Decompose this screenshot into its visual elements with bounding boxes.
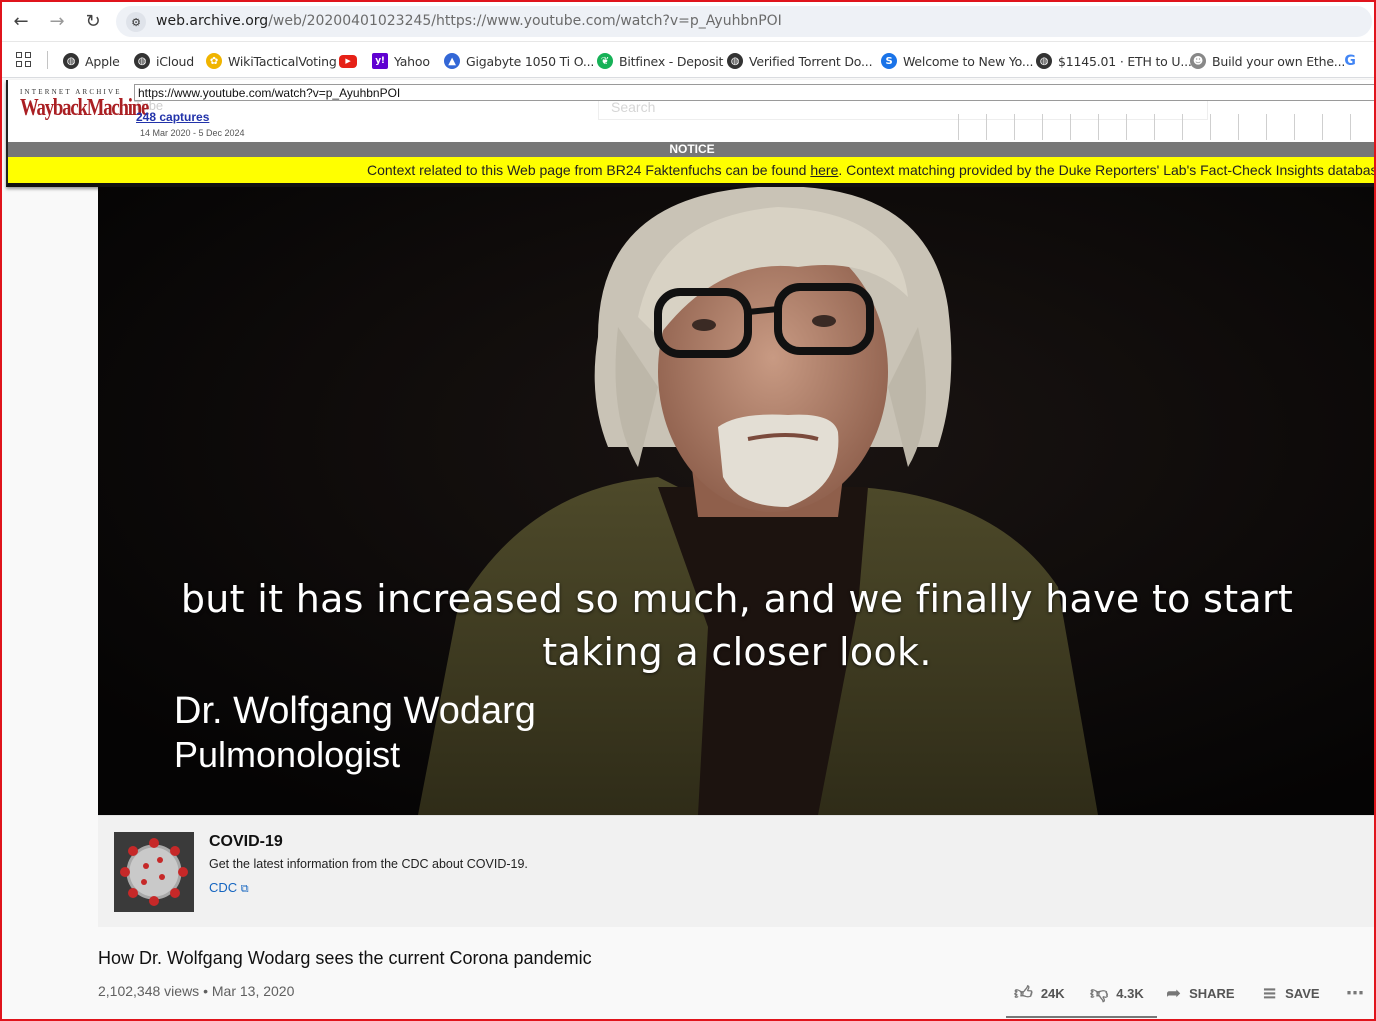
speaker-name: Dr. Wolfgang Wodarg	[174, 690, 536, 732]
caption-line-2: taking a closer look.	[542, 630, 932, 674]
globe-icon: ◍	[63, 53, 79, 69]
globe-icon: ◍	[134, 53, 150, 69]
external-link-icon: ⧉	[240, 882, 249, 895]
globe-icon: ◍	[1036, 53, 1052, 69]
bookmark-item[interactable]: ◍ Apple	[63, 51, 120, 71]
bookmark-label: iCloud	[156, 53, 194, 69]
bookmark-item[interactable]: ☻ Build your own Ethe...	[1190, 51, 1345, 71]
bookmark-label: Apple	[85, 53, 120, 69]
save-button[interactable]: ≡ SAVE	[1262, 982, 1320, 1004]
bookmark-label: Gigabyte 1050 Ti O...	[466, 53, 595, 69]
video-title: How Dr. Wolfgang Wodarg sees the current…	[98, 948, 592, 968]
notice-bar: NOTICE	[8, 142, 1376, 157]
covid-description: Get the latest information from the CDC …	[209, 857, 528, 871]
bookmarks-divider	[47, 51, 48, 69]
globe-icon: ◍	[727, 53, 743, 69]
bookmark-item[interactable]: ▲ Gigabyte 1050 Ti O...	[444, 51, 594, 71]
captures-link[interactable]: 248 captures	[136, 110, 209, 124]
bookmark-label: WikiTacticalVoting	[228, 53, 337, 69]
share-arrow-icon: ➦	[1166, 982, 1182, 1004]
url-text[interactable]: web.archive.org/web/20200401023245/https…	[156, 13, 782, 29]
more-actions-button[interactable]: ⋯	[1346, 982, 1372, 1004]
wayback-toolbar: Tube Search INTERNET ARCHIVE WaybackMach…	[6, 80, 1376, 187]
bookmark-item[interactable]: ✿ WikiTacticalVoting	[206, 51, 337, 71]
covid-title: COVID-19	[209, 833, 283, 850]
coronavirus-image	[114, 832, 194, 912]
speaker-role: Pulmonologist	[174, 734, 401, 775]
bookmark-item[interactable]: ◍ $1145.01 · ETH to U...	[1036, 51, 1192, 71]
context-here-link[interactable]: here	[810, 162, 838, 178]
bookmark-item[interactable]: ◍ iCloud	[134, 51, 194, 71]
thumbs-up-icon: 👍︎	[1014, 983, 1033, 1004]
share-button[interactable]: ➦ SHARE	[1166, 982, 1235, 1004]
context-banner: Context related to this Web page from BR…	[8, 157, 1376, 183]
sentiment-bar	[1006, 1016, 1157, 1018]
bookmark-label: Yahoo	[394, 53, 430, 69]
thumbs-down-icon: 👎︎	[1090, 983, 1109, 1004]
reload-icon[interactable]: ↻	[80, 8, 106, 34]
forward-arrow-icon[interactable]: →	[44, 8, 70, 34]
bookmarks-bar: ◍ Apple ◍ iCloud ✿ WikiTacticalVoting ▶ y! Yahoo…	[0, 42, 1376, 78]
back-arrow-icon[interactable]: ←	[8, 8, 34, 34]
bookmark-item[interactable]: y! Yahoo	[372, 51, 430, 71]
bookmark-label: $1145.01 · ETH to U...	[1058, 53, 1192, 69]
address-bar[interactable]: ⚙ web.archive.org/web/20200401023245/htt…	[116, 6, 1372, 37]
wayback-url-input[interactable]	[134, 84, 1376, 101]
covid-info-panel: COVID-19 Get the latest information from…	[98, 815, 1376, 927]
bookmark-label: Verified Torrent Do...	[749, 53, 873, 69]
bookmark-item[interactable]: ❦ Bitfinex - Deposit	[597, 51, 723, 71]
bookmark-label: Build your own Ethe...	[1212, 53, 1346, 69]
bookmark-item[interactable]: S Welcome to New Yo...	[881, 51, 1033, 71]
video-meta: 2,102,348 views • Mar 13, 2020	[98, 983, 295, 999]
capture-date-range: 14 Mar 2020 - 5 Dec 2024	[140, 128, 245, 138]
bookmark-item[interactable]: ◍ Verified Torrent Do...	[727, 51, 873, 71]
browser-toolbar: ← → ↻ ⚙ web.archive.org/web/202004010232…	[0, 0, 1376, 42]
dislike-button[interactable]: 👎︎ 4.3K	[1090, 983, 1144, 1004]
triangle-icon: ▲	[444, 53, 460, 69]
bookmark-item[interactable]: G	[1342, 51, 1364, 71]
cdc-link[interactable]: CDC ⧉	[209, 880, 249, 896]
flower-icon: ✿	[206, 53, 222, 69]
robot-icon: ☻	[1190, 53, 1206, 69]
bookmark-label: Welcome to New Yo...	[903, 53, 1034, 69]
google-icon: G	[1344, 53, 1356, 69]
bookmark-item[interactable]: ▶	[339, 51, 363, 71]
apps-grid-icon[interactable]	[16, 52, 32, 68]
yahoo-icon: y!	[372, 53, 388, 69]
capture-timeline[interactable]	[958, 114, 1376, 140]
site-settings-icon[interactable]: ⚙	[126, 12, 146, 32]
more-dots-icon: ⋯	[1346, 982, 1364, 1004]
like-button[interactable]: 👍︎ 24K	[1014, 983, 1065, 1004]
s-icon: S	[881, 53, 897, 69]
leaf-icon: ❦	[597, 53, 613, 69]
playlist-add-icon: ≡	[1262, 982, 1278, 1004]
wayback-logo[interactable]: INTERNET ARCHIVE WaybackMachine	[20, 88, 149, 120]
youtube-icon: ▶	[339, 54, 357, 68]
bookmark-label: Bitfinex - Deposit	[619, 53, 724, 69]
video-player[interactable]: but it has increased so much, and we fin…	[98, 187, 1376, 815]
caption-line-1: but it has increased so much, and we fin…	[180, 577, 1294, 621]
